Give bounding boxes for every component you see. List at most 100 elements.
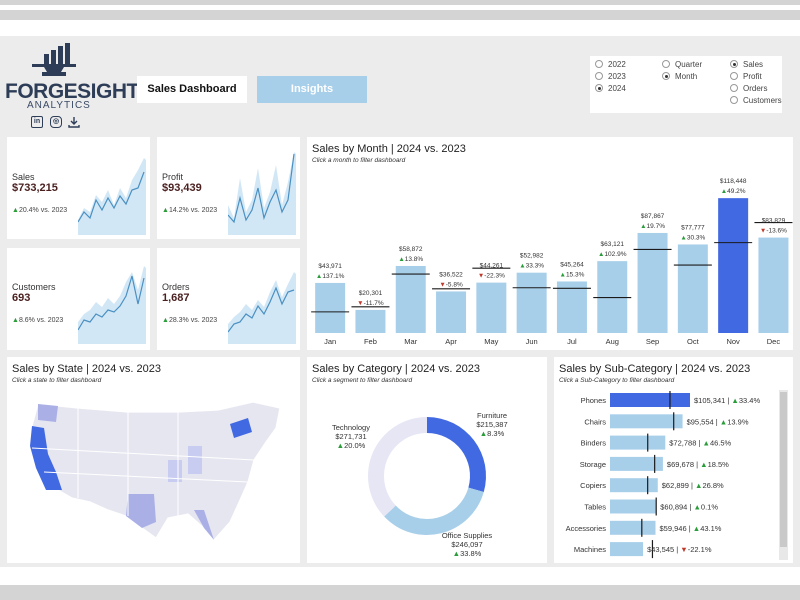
subcategory-tick-label[interactable]: Machines [574, 545, 606, 554]
bottom-strip [0, 568, 800, 600]
measure-radio-profit[interactable]: Profit [730, 72, 762, 81]
subcategory-bar[interactable] [610, 499, 657, 514]
category-name-label: Technology [332, 423, 370, 432]
month-bar-value-label: $36,522 [439, 271, 463, 278]
kpi-change: ▲8.6% vs. 2023 [12, 317, 64, 324]
subcategory-bar[interactable] [610, 435, 666, 450]
month-chart-subtitle: Click a month to filter dashboard [312, 157, 406, 164]
month-bar[interactable] [556, 281, 587, 333]
radio-dot [595, 60, 603, 68]
month-bar[interactable] [436, 291, 467, 333]
scrollbar-thumb[interactable] [780, 392, 787, 547]
insights-button[interactable]: Insights [257, 76, 367, 103]
month-bar[interactable] [718, 198, 749, 333]
anvil-logo-icon [32, 43, 76, 76]
subcategory-value-label: $59,946 | ▲43.1% [660, 524, 722, 533]
month-tick-label[interactable]: Jun [526, 337, 538, 346]
us-state-map[interactable] [18, 398, 288, 558]
month-bar[interactable] [315, 282, 346, 333]
subcategory-bar[interactable] [610, 393, 690, 407]
category-donut-chart[interactable]: Technology$271,731▲20.0% Furniture$215,38… [307, 390, 547, 563]
month-bar[interactable] [476, 282, 507, 333]
subcategory-bar[interactable] [610, 520, 656, 535]
month-tick-label[interactable]: Aug [606, 337, 619, 346]
category-slice[interactable] [384, 487, 484, 535]
year-radio-2024[interactable]: 2024 [595, 84, 626, 93]
instagram-icon[interactable]: ◎ [50, 116, 62, 128]
kpi-value: $93,439 [162, 182, 202, 194]
month-tick-label[interactable]: Jul [567, 337, 577, 346]
month-bar[interactable] [355, 309, 386, 333]
logo-subtitle: ANALYTICS [27, 100, 91, 111]
linkedin-icon[interactable]: in [31, 116, 43, 128]
month-bar-change-label: ▲137.1% [316, 273, 345, 280]
month-tick-label[interactable]: Nov [726, 337, 740, 346]
month-bar[interactable] [395, 265, 426, 333]
month-bar[interactable] [516, 272, 547, 333]
subcategory-bar[interactable] [610, 478, 658, 493]
subcategory-value-label: $62,899 | ▲26.8% [662, 481, 724, 490]
radio-dot [730, 72, 738, 80]
subcategory-chart-subtitle: Click a Sub-Category to filter dashboard [559, 377, 675, 384]
subcategory-tick-label[interactable]: Accessories [566, 524, 607, 533]
category-slice[interactable] [368, 417, 427, 517]
subcategory-tick-label[interactable]: Copiers [580, 481, 606, 490]
radio-dot [662, 60, 670, 68]
month-tick-label[interactable]: Mar [404, 337, 417, 346]
month-bar-change-label: ▲49.2% [721, 188, 746, 195]
month-chart-title: Sales by Month | 2024 vs. 2023 [312, 143, 466, 155]
kpi-title: Orders [162, 282, 190, 292]
sales-dashboard-button[interactable]: Sales Dashboard [137, 76, 247, 103]
sales-by-month-chart[interactable]: $43,971 ▲137.1% Jan $20,301 ▼-11.7% Feb $58,87… [307, 165, 793, 350]
profit-sparkline [228, 152, 296, 235]
month-bar-value-label: $118,448 [720, 178, 747, 185]
year-radio-2022[interactable]: 2022 [595, 60, 626, 69]
subcategory-tick-label[interactable]: Binders [581, 439, 607, 448]
month-bar-value-label: $20,301 [359, 290, 383, 297]
up-triangle-icon: ▲ [12, 317, 19, 324]
month-tick-label[interactable]: Sep [646, 337, 659, 346]
month-bar-value-label: $44,261 [480, 263, 504, 270]
subcategory-scrollbar[interactable] [779, 390, 788, 560]
month-bar[interactable] [677, 244, 708, 333]
sales-sparkline [78, 158, 146, 235]
month-tick-label[interactable]: Oct [687, 337, 700, 346]
granularity-radio-month[interactable]: Month [662, 72, 697, 81]
month-tick-label[interactable]: Feb [364, 337, 377, 346]
download-icon[interactable] [68, 116, 80, 128]
subcategory-bar[interactable] [610, 542, 644, 557]
up-triangle-icon: ▲ [12, 207, 19, 214]
subcategory-tick-label[interactable]: Tables [584, 503, 606, 512]
customers-sparkline [78, 266, 146, 344]
subcategory-value-label: $43,545 | ▼-22.1% [647, 545, 712, 554]
month-bar-change-label: ▼-22.3% [478, 273, 505, 280]
month-bar[interactable] [758, 237, 789, 333]
radio-dot-selected [595, 84, 603, 92]
measure-radio-orders[interactable]: Orders [730, 84, 767, 93]
subcategory-bar[interactable] [610, 414, 683, 429]
subcategory-value-label: $105,341 | ▲33.4% [694, 396, 760, 405]
subcategory-tick-label[interactable]: Storage [580, 460, 606, 469]
month-tick-label[interactable]: Apr [445, 337, 457, 346]
month-bar-change-label: ▼-5.8% [439, 281, 463, 288]
month-bar-value-label: $45,264 [560, 261, 584, 268]
month-bar-value-label: $77,777 [681, 224, 705, 231]
category-name-label: Office Supplies [442, 531, 493, 540]
category-chart-subtitle: Click a segment to filter dashboard [312, 377, 413, 384]
month-tick-label[interactable]: Dec [767, 337, 781, 346]
month-tick-label[interactable]: Jan [324, 337, 336, 346]
granularity-radio-quarter[interactable]: Quarter [662, 60, 702, 69]
radio-dot [595, 72, 603, 80]
month-bar-change-label: ▲102.9% [598, 251, 627, 258]
kpi-value: 693 [12, 292, 31, 304]
measure-radio-customers[interactable]: Customers [730, 96, 782, 105]
radio-dot [730, 84, 738, 92]
subcategory-tick-label[interactable]: Chairs [584, 417, 606, 426]
measure-radio-sales[interactable]: Sales [730, 60, 763, 69]
subcategory-bar-chart[interactable]: Phones $105,341 | ▲33.4% Chairs $95,554 | ▲… [554, 388, 779, 563]
subcategory-tick-label[interactable]: Phones [581, 396, 607, 405]
month-tick-label[interactable]: May [484, 337, 498, 346]
subcategory-value-label: $72,788 | ▲46.5% [669, 439, 731, 448]
year-radio-2023[interactable]: 2023 [595, 72, 626, 81]
month-bar[interactable] [637, 232, 668, 333]
